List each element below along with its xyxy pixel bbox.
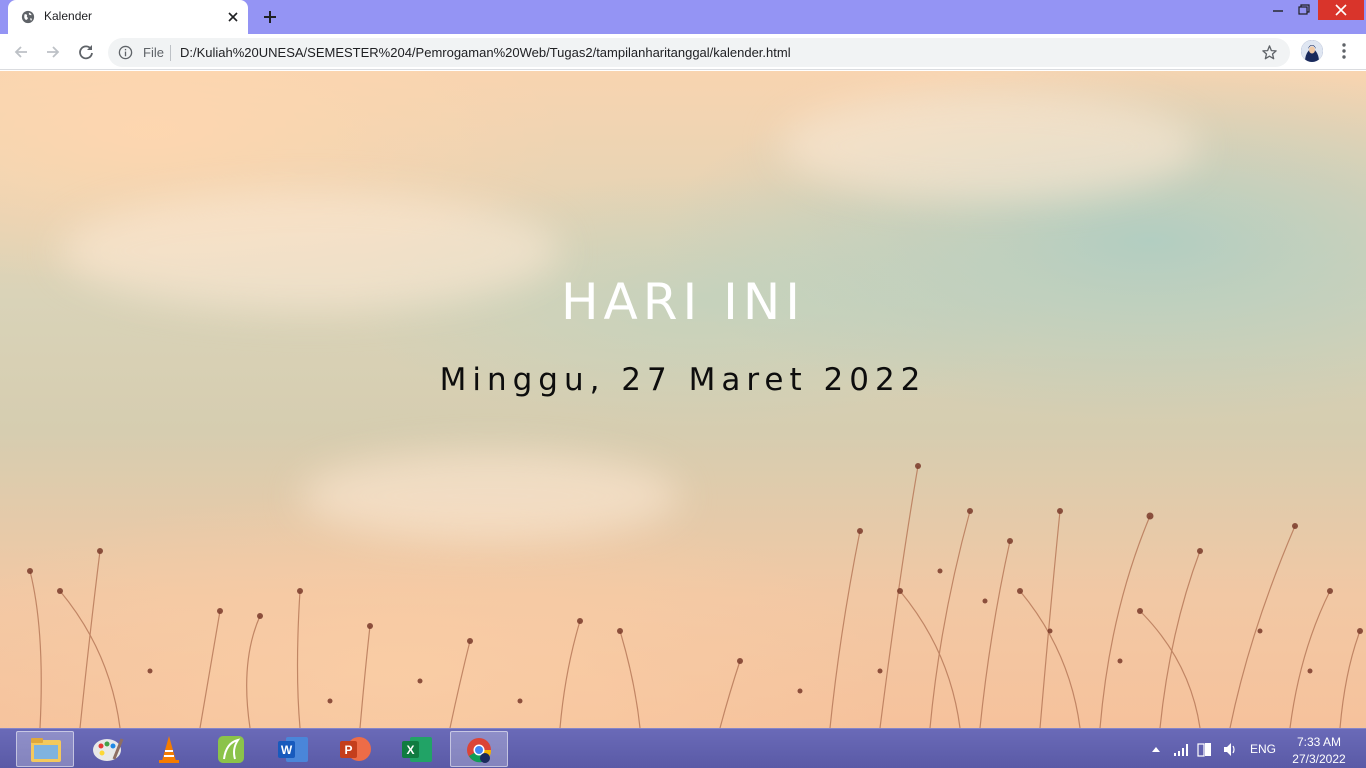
svg-text:W: W [281, 743, 293, 757]
tab-title: Kalender [44, 9, 93, 23]
page-heading: HARI INI [560, 273, 806, 331]
globe-icon [21, 10, 35, 24]
battery-icon[interactable] [1196, 729, 1214, 768]
excel-icon: X [402, 737, 432, 762]
word-icon: W [278, 737, 308, 762]
info-icon[interactable] [118, 45, 133, 60]
chrome-icon [467, 738, 492, 763]
windows-taskbar: W P X ENG 7:33 AM 27/3/2022 [0, 728, 1366, 768]
new-tab-icon[interactable] [260, 7, 280, 27]
more-menu-icon[interactable] [1336, 41, 1352, 61]
reload-icon[interactable] [75, 41, 97, 63]
scheme-label: File [143, 45, 164, 60]
file-explorer-icon [31, 738, 61, 762]
back-icon[interactable] [10, 41, 32, 63]
taskbar-excel[interactable]: X [388, 731, 446, 767]
powerpoint-icon: P [340, 737, 371, 761]
taskbar-paint[interactable] [78, 731, 136, 767]
paint-icon [93, 738, 124, 761]
svg-text:X: X [406, 743, 414, 757]
tab-kalender[interactable]: Kalender [8, 0, 248, 34]
omnibox-divider [170, 45, 171, 61]
date-display: Minggu, 27 Maret 2022 [439, 362, 927, 398]
avatar-image [1301, 40, 1323, 62]
volume-icon[interactable] [1221, 729, 1239, 768]
browser-titlebar: Kalender [0, 0, 1366, 34]
url-text[interactable]: D:/Kuliah%20UNESA/SEMESTER%204/Pemrogama… [180, 45, 791, 60]
network-signal-icon[interactable] [1172, 729, 1190, 768]
taskbar-word[interactable]: W [264, 731, 322, 767]
restore-icon[interactable] [1290, 0, 1318, 20]
minimize-icon[interactable] [1264, 0, 1292, 20]
taskbar-chrome[interactable] [450, 731, 508, 767]
profile-avatar[interactable] [1301, 40, 1323, 62]
close-window-icon[interactable] [1318, 0, 1364, 20]
show-hidden-icons-icon[interactable] [1148, 729, 1164, 768]
browser-toolbar: File D:/Kuliah%20UNESA/SEMESTER%204/Pemr… [0, 34, 1366, 70]
input-language[interactable]: ENG [1250, 742, 1276, 756]
forward-icon[interactable] [42, 41, 64, 63]
close-tab-icon[interactable] [224, 8, 242, 26]
taskbar-file-explorer[interactable] [16, 731, 74, 767]
taskbar-powerpoint[interactable]: P [326, 731, 384, 767]
taskbar-vlc[interactable] [140, 731, 198, 767]
svg-text:P: P [344, 743, 352, 757]
coreldraw-icon [218, 736, 244, 763]
bookmark-star-icon[interactable] [1261, 44, 1278, 61]
address-bar[interactable]: File D:/Kuliah%20UNESA/SEMESTER%204/Pemr… [108, 38, 1290, 67]
wildflowers-background [27, 463, 1363, 728]
clock-time[interactable]: 7:33 AM [1286, 735, 1352, 749]
vlc-icon [159, 736, 179, 763]
clock-date[interactable]: 27/3/2022 [1286, 752, 1352, 766]
page-viewport: HARI INI Minggu, 27 Maret 2022 [0, 71, 1366, 728]
taskbar-coreldraw[interactable] [202, 731, 260, 767]
